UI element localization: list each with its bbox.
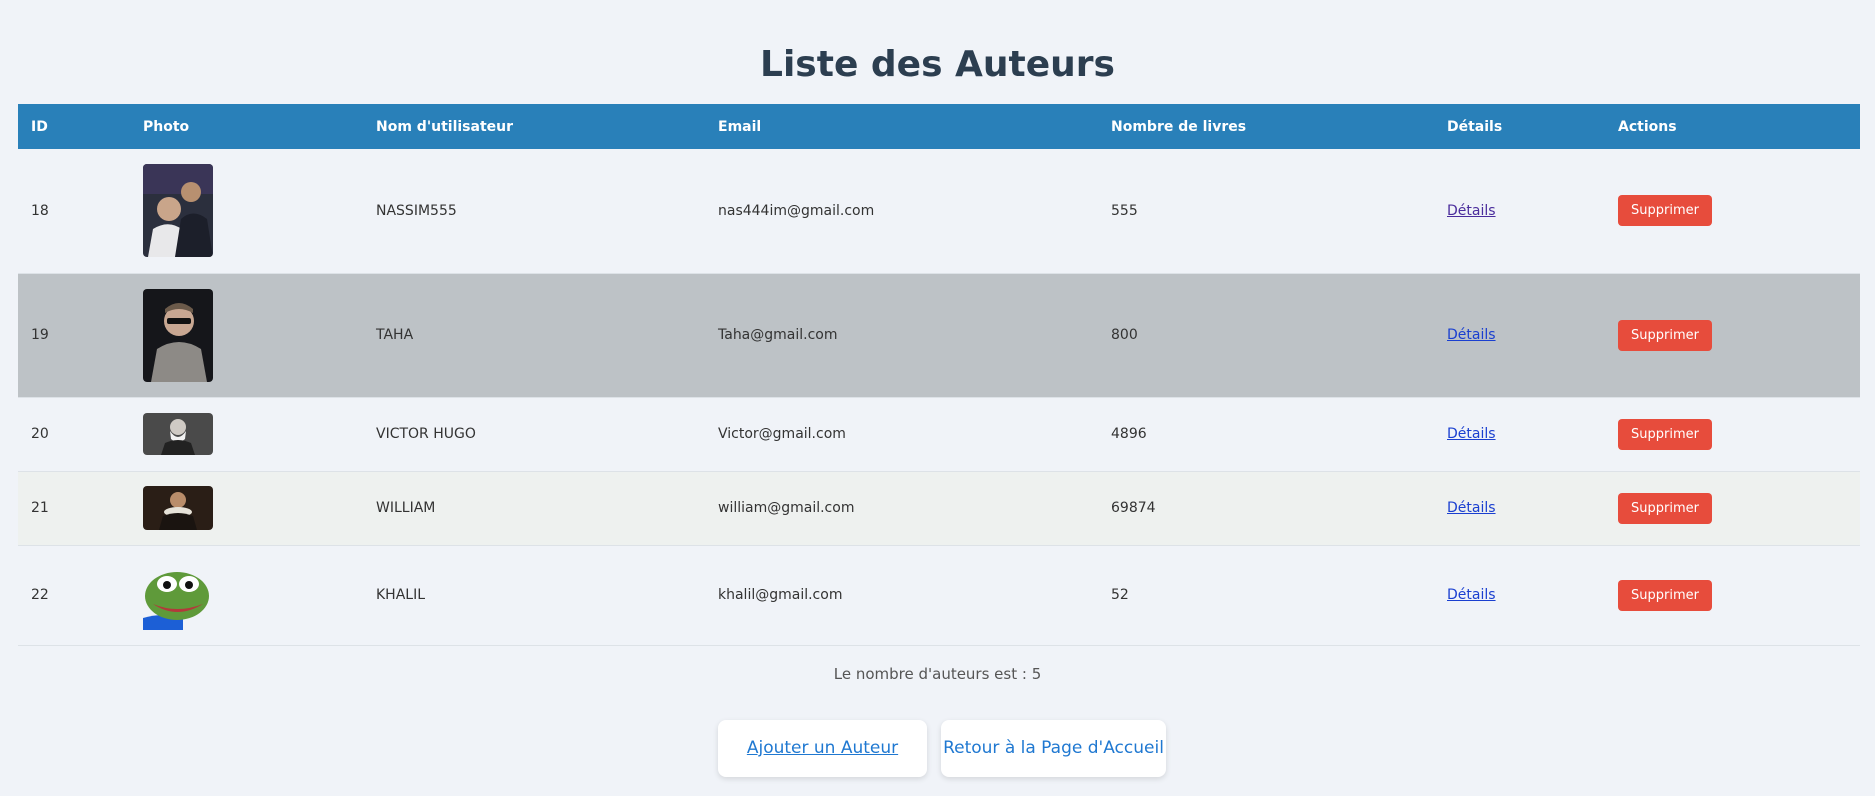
cell-id: 19 — [31, 327, 49, 343]
cell-id: 20 — [31, 426, 49, 442]
header-username: Nom d'utilisateur — [376, 118, 513, 135]
authors-table: ID Photo Nom d'utilisateur Email Nombre … — [18, 104, 1860, 646]
home-button[interactable]: Retour à la Page d'Accueil — [941, 720, 1166, 777]
cell-id: 18 — [31, 202, 49, 219]
cell-books: 555 — [1111, 202, 1138, 219]
cell-email: william@gmail.com — [718, 500, 855, 516]
cell-username: WILLIAM — [376, 500, 436, 516]
table-row: 22 KHALIL khalil@gmail.com 52 Détails Su… — [18, 545, 1860, 645]
details-link[interactable]: Détails — [1447, 587, 1496, 603]
cell-id: 22 — [31, 587, 49, 603]
cell-email: Victor@gmail.com — [718, 426, 846, 442]
cell-books: 800 — [1111, 327, 1138, 343]
header-actions: Actions — [1618, 118, 1677, 135]
cell-id: 21 — [31, 500, 49, 516]
header-email: Email — [718, 118, 762, 135]
cell-email: Taha@gmail.com — [718, 327, 838, 343]
delete-button[interactable]: Supprimer — [1618, 195, 1712, 227]
delete-button[interactable]: Supprimer — [1618, 418, 1712, 450]
header-books: Nombre de livres — [1111, 118, 1247, 135]
details-link[interactable]: Détails — [1447, 426, 1496, 442]
delete-button[interactable]: Supprimer — [1618, 492, 1712, 524]
cell-email: nas444im@gmail.com — [718, 202, 875, 219]
author-photo — [143, 413, 213, 455]
author-photo — [143, 560, 213, 630]
cell-books: 69874 — [1111, 500, 1156, 516]
cell-username: TAHA — [376, 327, 414, 343]
cell-books: 4896 — [1111, 426, 1147, 442]
page-title: Liste des Auteurs — [760, 44, 1115, 85]
details-link[interactable]: Détails — [1447, 203, 1496, 219]
delete-button[interactable]: Supprimer — [1618, 319, 1712, 351]
delete-button[interactable]: Supprimer — [1618, 579, 1712, 611]
cell-email: khalil@gmail.com — [718, 587, 843, 603]
table-row: 19 TAHA Taha@gmail.com 800 Détails Suppr… — [18, 273, 1860, 397]
table-header-row: ID Photo Nom d'utilisateur Email Nombre … — [18, 104, 1860, 149]
details-link[interactable]: Détails — [1447, 500, 1496, 516]
details-link[interactable]: Détails — [1447, 327, 1496, 343]
table-row: 21 WILLIAM william@gmail.com 69874 Détai… — [18, 471, 1860, 545]
author-photo — [143, 164, 213, 258]
author-photo — [143, 486, 213, 530]
cell-username: NASSIM555 — [376, 202, 457, 219]
header-photo: Photo — [143, 118, 190, 135]
table-row: 20 VICTOR HUGO Victor@gmail.com 4896 Dét… — [18, 397, 1860, 471]
header-id: ID — [31, 118, 48, 135]
table-row: 18 NASSIM555 nas444im@gmail.com 555 Déta… — [18, 149, 1860, 273]
author-count-text: Le nombre d'auteurs est : 5 — [833, 665, 1042, 683]
author-photo — [143, 288, 213, 382]
cell-username: VICTOR HUGO — [376, 426, 476, 442]
cell-books: 52 — [1111, 587, 1129, 603]
add-author-button[interactable]: Ajouter un Auteur — [718, 720, 927, 777]
cell-username: KHALIL — [376, 587, 426, 603]
header-details: Détails — [1447, 118, 1503, 135]
